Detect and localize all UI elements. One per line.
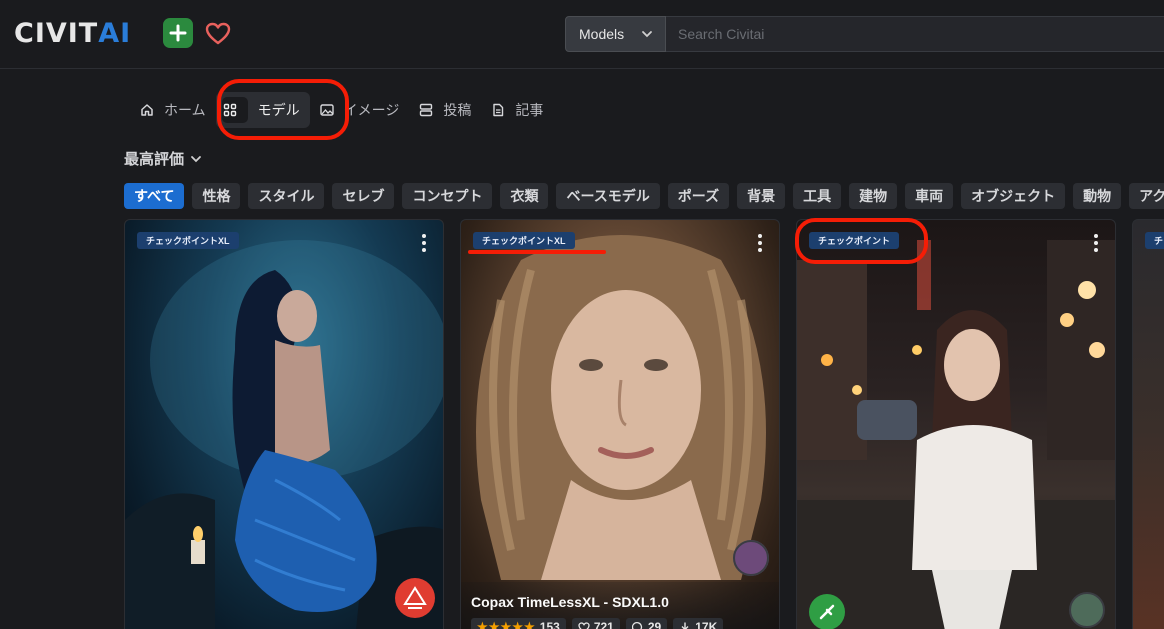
chip-clothing[interactable]: 衣類 [500, 183, 549, 209]
comments-stat: 29 [625, 618, 668, 629]
chip-tool[interactable]: 工具 [793, 183, 842, 209]
comment-icon [631, 622, 642, 629]
nav-posts-label: 投稿 [443, 102, 472, 118]
card-image-street [797, 240, 1115, 629]
chip-background[interactable]: 背景 [737, 183, 786, 209]
comments-count: 29 [647, 620, 662, 629]
posts-icon [420, 103, 433, 117]
card-image-mermaid [125, 240, 443, 629]
model-card[interactable]: チェックポイントXL Copax TimeLessXL - SDXL1.0 ★★… [460, 219, 780, 629]
main-nav: ホーム モデル イメージ 投稿 記事 [130, 92, 553, 128]
chip-animal[interactable]: 動物 [1073, 183, 1122, 209]
heart-icon [205, 22, 231, 45]
downloads-stat: 17K [673, 618, 724, 629]
search-bar: Models [565, 16, 1164, 52]
chevron-down-icon [191, 155, 201, 162]
grid-icon [221, 97, 248, 123]
downloads-count: 17K [695, 620, 718, 629]
card-menu-button[interactable] [757, 234, 763, 252]
nav-articles-label: 記事 [515, 102, 544, 118]
sort-dropdown[interactable]: 最高評価 [124, 148, 202, 169]
download-icon [681, 622, 689, 629]
model-card[interactable]: チェックポイント [796, 219, 1116, 629]
chip-buildings[interactable]: 建物 [849, 183, 898, 209]
plus-icon [169, 24, 187, 42]
nav-models[interactable]: モデル [215, 92, 310, 128]
heart-icon [578, 621, 590, 629]
nav-articles[interactable]: 記事 [481, 92, 553, 128]
top-header: CIVIT AI Models [0, 0, 1164, 69]
annotation-underline [468, 250, 606, 254]
card-image-portrait [476, 235, 769, 580]
card-title[interactable]: Copax TimeLessXL - SDXL1.0 [471, 594, 769, 610]
civitai-logo[interactable]: CIVIT AI [14, 20, 131, 48]
rating-count: 153 [539, 620, 560, 629]
nav-models-label: モデル [257, 102, 300, 118]
creator-avatar[interactable] [1069, 592, 1105, 628]
chip-style[interactable]: スタイル [248, 183, 325, 209]
nav-home[interactable]: ホーム [130, 92, 216, 128]
chip-concept[interactable]: コンセプト [402, 183, 493, 209]
search-input[interactable] [666, 16, 1164, 52]
star-rating-icon: ★★★★★ [477, 620, 536, 629]
logo-ai-text: AI [98, 18, 132, 49]
chip-vehicle[interactable]: 車両 [905, 183, 954, 209]
search-category-label: Models [579, 26, 625, 42]
card-menu-button[interactable] [421, 234, 427, 252]
likes-count: 721 [593, 620, 614, 629]
chip-objects[interactable]: オブジェクト [961, 183, 1066, 209]
chip-action[interactable]: アクション [1129, 183, 1164, 209]
model-card[interactable]: チェックポイントXL [124, 219, 444, 629]
nav-images-label: イメージ [343, 102, 400, 118]
model-type-badge: チェックポイントXL [137, 232, 239, 249]
home-icon [141, 104, 153, 116]
rating-stat: ★★★★★ 153 [471, 618, 566, 629]
card-menu-button[interactable] [1093, 234, 1099, 252]
logo-civit-text: CIVIT [14, 18, 99, 49]
article-icon [493, 103, 504, 117]
model-card[interactable]: チ [1132, 219, 1164, 629]
search-category-select[interactable]: Models [565, 16, 666, 52]
model-type-badge: チェックポイント [809, 232, 900, 249]
creator-avatar[interactable] [733, 540, 769, 576]
chip-celebrity[interactable]: セレブ [332, 183, 395, 209]
model-type-badge: チェックポイントXL [473, 232, 575, 249]
image-icon [319, 104, 334, 116]
chip-all[interactable]: すべて [124, 183, 185, 209]
model-type-badge: チ [1145, 232, 1164, 249]
nav-home-label: ホーム [164, 102, 206, 118]
category-filter: すべて 性格 スタイル セレブ コンセプト 衣類 ベースモデル ポーズ 背景 工… [124, 183, 1164, 209]
chip-character[interactable]: 性格 [192, 183, 241, 209]
sort-label: 最高評価 [124, 151, 185, 168]
likes-stat: 721 [571, 618, 620, 629]
create-button[interactable] [163, 18, 193, 48]
nav-images[interactable]: イメージ [310, 92, 410, 128]
chip-base-model[interactable]: ベースモデル [556, 183, 660, 209]
chevron-down-icon [642, 31, 652, 38]
nav-posts[interactable]: 投稿 [409, 92, 481, 128]
card-stats: ★★★★★ 153 721 29 17K [471, 618, 769, 629]
card-info: Copax TimeLessXL - SDXL1.0 ★★★★★ 153 721… [461, 582, 779, 629]
chip-poses[interactable]: ポーズ [667, 183, 730, 209]
support-button[interactable] [203, 19, 233, 49]
